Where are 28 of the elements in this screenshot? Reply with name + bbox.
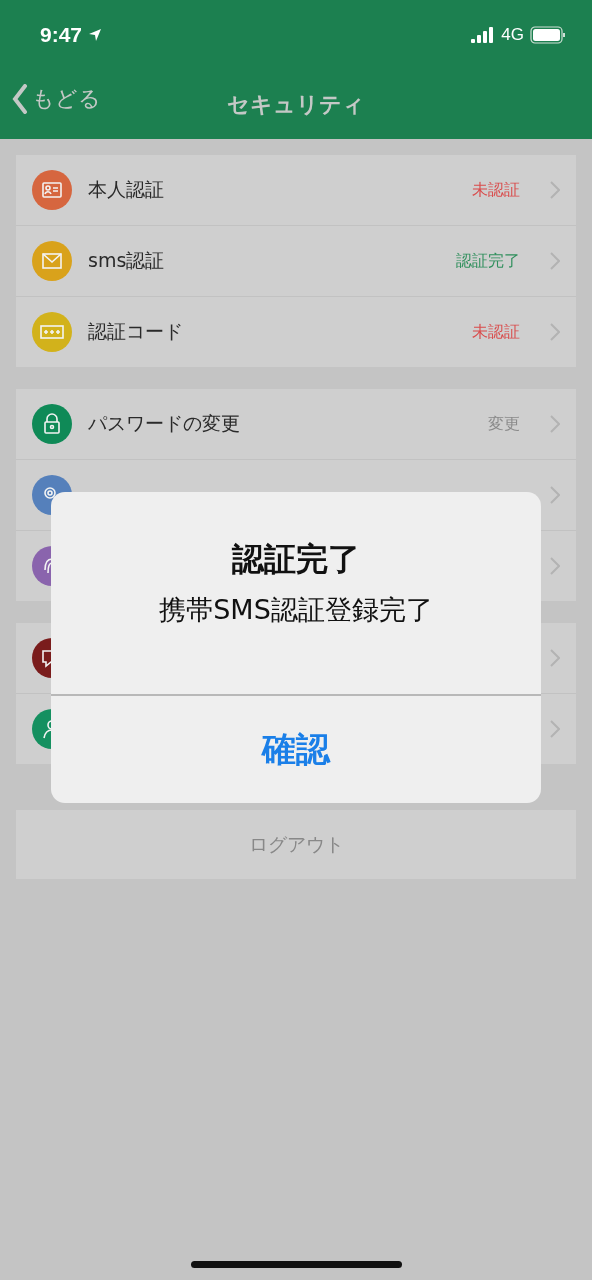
back-button[interactable]: もどる [12,84,101,114]
row-label: 認証コード [88,319,184,344]
battery-icon [530,26,566,44]
alert-title: 認証完了 [232,539,360,580]
network-label: 4G [501,25,524,45]
page-title: セキュリティ [227,90,365,119]
chevron-right-icon [550,415,560,433]
chevron-right-icon [550,557,560,575]
confirm-button[interactable]: 確認 [51,696,541,803]
row-label: 本人認証 [88,177,165,202]
chevron-right-icon [550,720,560,738]
alert-message: 携帯SMS認証登録完了 [159,593,433,627]
chevron-right-icon [550,181,560,199]
row-status: 未認証 [472,321,520,343]
row-status: 変更 [488,413,520,435]
row-status: 認証完了 [456,250,520,272]
signal-icon [471,27,496,43]
status-time: 9:47 [40,23,83,47]
chevron-right-icon [550,649,560,667]
chevron-left-icon [12,84,28,114]
row-status: 未認証 [472,179,520,201]
chevron-right-icon [550,323,560,341]
chevron-right-icon [550,252,560,270]
row-label: sms認証 [88,248,166,273]
chevron-right-icon [550,486,560,504]
location-arrow-icon [88,28,103,42]
logout-button[interactable]: ログアウト [16,810,576,879]
row-label: パスワードの変更 [88,411,241,436]
